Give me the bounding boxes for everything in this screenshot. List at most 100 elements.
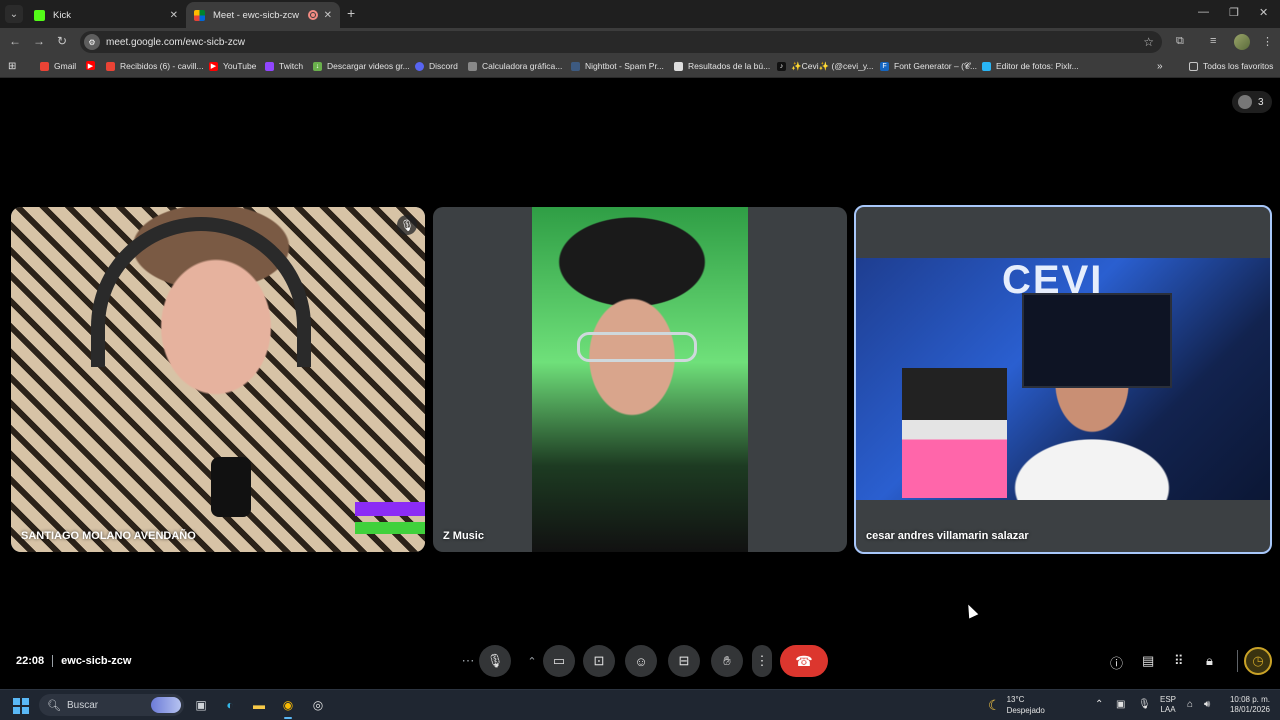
tray-chevron-icon[interactable]: ⌃ (1095, 699, 1103, 710)
all-bookmarks[interactable]: Todos los favoritos (1189, 61, 1273, 71)
participant-tile[interactable]: Z Music (433, 207, 847, 552)
meet-favicon-icon (194, 9, 205, 21)
discord-icon (415, 61, 424, 71)
profile-avatar[interactable] (1234, 34, 1250, 50)
tab-search-icon[interactable]: ⌄ (5, 5, 23, 23)
raise-hand-button[interactable]: ✋︎ (711, 645, 743, 677)
weather-temp: 13°C (1006, 695, 1025, 704)
bookmark-pixlr[interactable]: Editor de fotos: Pixlr... (982, 61, 1079, 71)
present-icon: ⊡ (593, 653, 605, 668)
clock-date: 18/01/2026 (1229, 705, 1270, 714)
bookmark-discord[interactable]: Discord (415, 61, 458, 71)
app-icon[interactable]: ◎ (308, 695, 328, 715)
microphone-button[interactable]: 🎙︎ (479, 645, 511, 677)
tab-meet[interactable]: Meet - ewc-sicb-zcw ✕ (186, 2, 340, 28)
meeting-details-icon[interactable]: ⓘ (1110, 653, 1123, 672)
keyboard-layout: LAA (1160, 705, 1176, 714)
bookmark-recibidos[interactable]: Recibidos (6) - cavill... (106, 61, 204, 71)
present-screen-button[interactable]: ⊡ (583, 645, 615, 677)
participant-video (11, 207, 425, 552)
reload-icon[interactable]: ↻ (57, 34, 67, 48)
bookmark-font-generator[interactable]: F Font Generator – (𝓒... (880, 61, 977, 72)
edge-icon[interactable]: ◐ (220, 695, 240, 715)
search-placeholder: Buscar (66, 699, 99, 711)
taskbar-search[interactable]: 🔍︎ Buscar (39, 694, 184, 716)
youtube-icon: ▶ (209, 61, 218, 71)
restore-icon[interactable]: ❐ (1229, 6, 1239, 19)
participant-count: 3 (1258, 96, 1264, 108)
mic-tray-icon[interactable]: 🎙︎ (1138, 699, 1151, 710)
timer-icon[interactable]: ◷ (1244, 647, 1272, 675)
close-tab-icon[interactable]: ✕ (170, 10, 178, 21)
mail-icon (106, 61, 115, 71)
leave-call-button[interactable]: ☎︎ (780, 645, 828, 677)
camera-button[interactable]: ▭ (543, 645, 575, 677)
participant-tile[interactable]: 🎙︎ SANTIAGO MOLANO AVENDAÑO (11, 207, 425, 552)
chat-icon[interactable]: ▤ (1142, 653, 1154, 669)
participants-button[interactable]: 3 (1232, 91, 1272, 113)
divider (1237, 650, 1238, 672)
activities-icon[interactable]: ⠿ (1174, 653, 1184, 669)
kick-favicon-icon (34, 9, 45, 21)
microphone-icon: 🎙︎ (486, 653, 504, 668)
tray-app-icon[interactable]: ▣ (1116, 699, 1125, 710)
captions-button[interactable]: ⊟ (668, 645, 700, 677)
video-content (902, 368, 1007, 498)
video-content (211, 457, 251, 517)
meeting-code[interactable]: ewc-sicb-zcw (61, 655, 131, 667)
host-controls-icon[interactable]: 🔒︎ (1206, 653, 1213, 669)
captions-icon: ⊟ (678, 653, 690, 668)
media-controls-icon[interactable]: ≡ (1210, 35, 1216, 47)
more-options-button[interactable]: ⋮ (752, 645, 772, 677)
close-tab-icon[interactable]: ✕ (324, 10, 332, 21)
bookmark-star-icon[interactable]: ☆ (1143, 35, 1154, 49)
forward-icon[interactable]: → (33, 34, 45, 48)
back-icon[interactable]: ← (9, 34, 21, 48)
search-highlight-icon (151, 697, 181, 713)
video-content (1022, 293, 1172, 388)
reactions-button[interactable]: ☺ (625, 645, 657, 677)
new-tab-icon[interactable]: + (347, 6, 355, 20)
bookmark-calculadora[interactable]: Calculadora gráfica... (468, 61, 562, 71)
video-content (91, 217, 311, 367)
twitch-icon (265, 61, 274, 71)
tab-kick[interactable]: Kick ✕ (26, 2, 186, 28)
address-bar[interactable]: ⚙ meet.google.com/ewc-sicb-zcw ☆ (80, 31, 1162, 53)
taskbar-clock[interactable]: 10:08 p. m. 18/01/2026 (1222, 695, 1270, 715)
hand-icon: ✋︎ (723, 653, 731, 668)
weather-widget[interactable]: ☾ 13°C Despejado (988, 694, 1045, 716)
extensions-icon[interactable]: ⧉ (1176, 35, 1184, 48)
emoji-icon: ☺ (634, 653, 648, 669)
folder-icon (1189, 61, 1198, 71)
chrome-icon[interactable]: ◉ (278, 695, 298, 719)
task-view-icon[interactable]: ▣ (191, 695, 211, 715)
bookmark-youtube-small[interactable]: ▶ (86, 61, 100, 70)
menu-icon[interactable]: ⋮ (1262, 35, 1273, 48)
bookmark-youtube[interactable]: ▶ YouTube (209, 61, 256, 71)
browser-toolbar: ← → ↻ ⚙ meet.google.com/ewc-sicb-zcw ☆ ⧉… (0, 28, 1280, 56)
bookmark-twitch[interactable]: Twitch (265, 61, 303, 71)
more-vert-icon: ⋮ (755, 653, 769, 668)
windows-start-icon[interactable] (13, 698, 29, 714)
calculator-icon (468, 61, 477, 71)
more-bookmarks-icon[interactable]: » (1157, 61, 1163, 72)
language-indicator[interactable]: ESP LAA (1160, 695, 1176, 715)
bookmark-tiktok[interactable]: ♪ ✨Cevi✨ (@cevi_y... (777, 61, 874, 72)
volume-icon[interactable]: 🔊︎ (1204, 699, 1210, 710)
network-icon[interactable]: ⌂ (1187, 699, 1193, 710)
site-info-icon[interactable]: ⚙ (84, 34, 100, 50)
minimize-icon[interactable]: — (1198, 6, 1209, 18)
url-text: meet.google.com/ewc-sicb-zcw (106, 36, 245, 48)
bookmark-nightbot[interactable]: Nightbot - Spam Pr... (571, 61, 664, 71)
bookmark-gmail[interactable]: Gmail (40, 61, 76, 71)
bookmark-descargar[interactable]: ↓ Descargar videos gr... (313, 61, 410, 71)
file-explorer-icon[interactable]: ▬ (249, 695, 269, 715)
apps-grid-icon[interactable]: ⊞ (8, 61, 16, 72)
meeting-info: 22:08 ewc-sicb-zcw (16, 655, 131, 667)
video-content (355, 522, 425, 534)
participant-tile-active-speaker[interactable]: CEVI cesar andres villamarin salazar (854, 205, 1272, 554)
participant-name: Z Music (443, 530, 484, 542)
divider (52, 655, 54, 667)
close-window-icon[interactable]: ✕ (1259, 6, 1268, 19)
bookmark-resultados[interactable]: Resultados de la bú... (674, 61, 770, 71)
